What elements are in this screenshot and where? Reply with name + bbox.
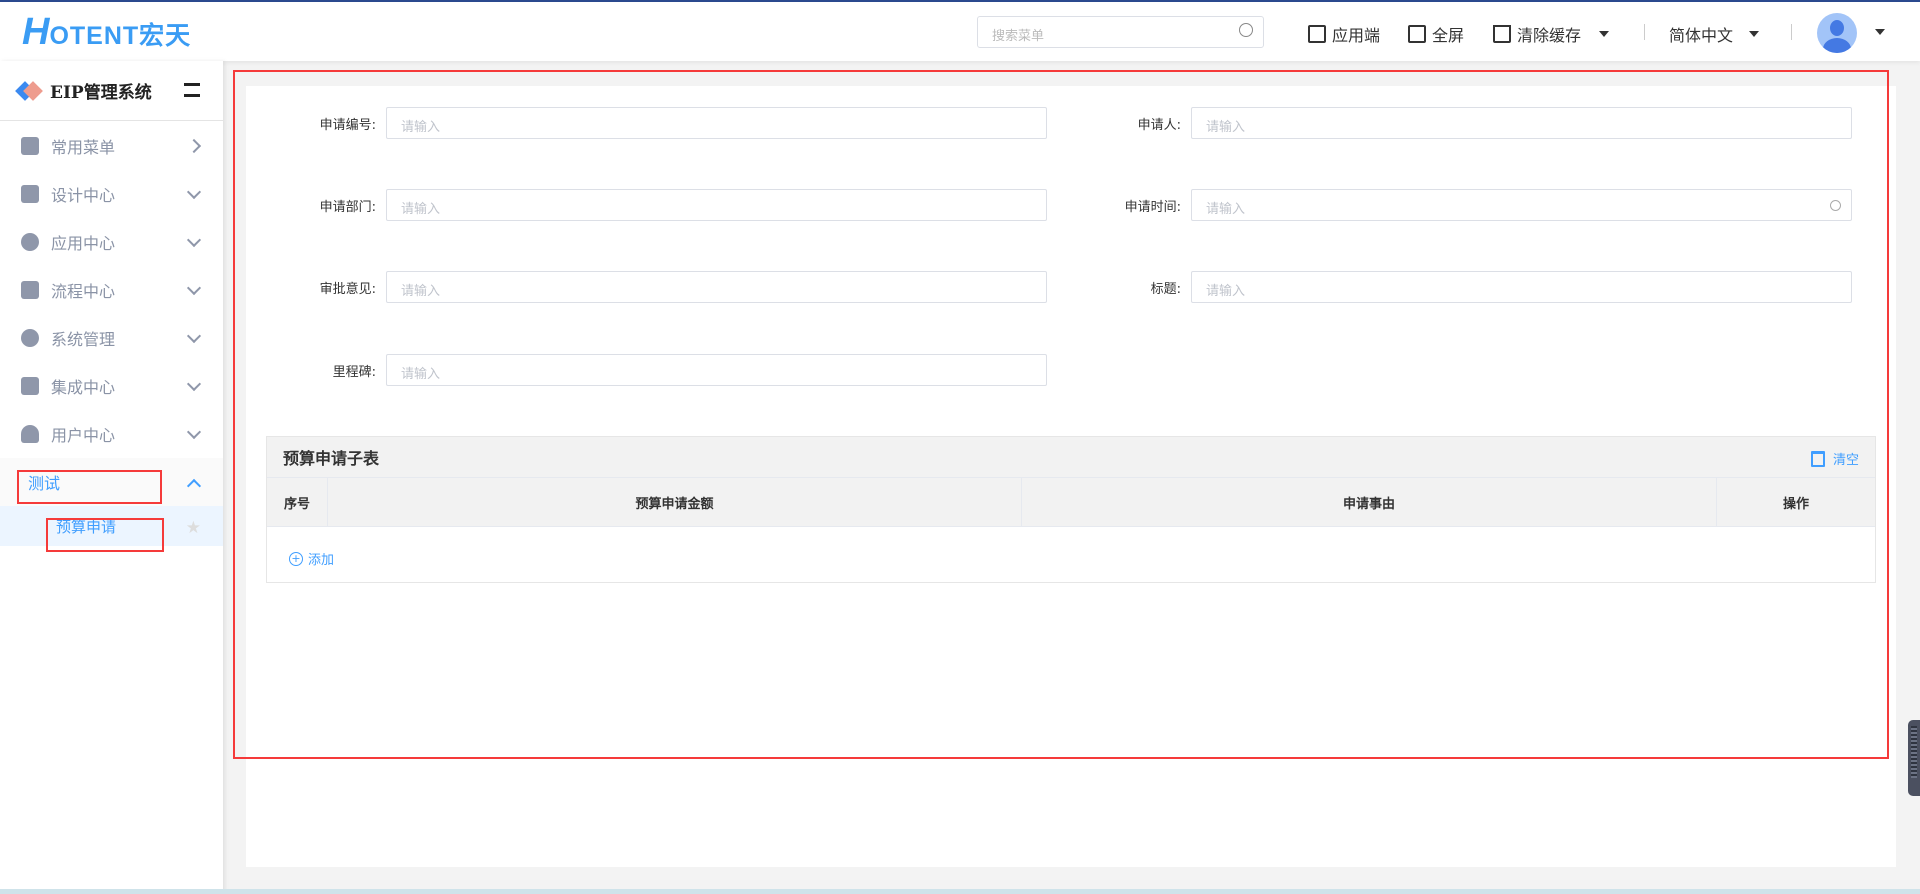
monitor-icon <box>1308 25 1326 43</box>
floating-widget[interactable] <box>1908 720 1920 796</box>
user-icon <box>21 425 39 443</box>
chevron-right-icon <box>186 138 202 154</box>
sidebar-item-app-center[interactable]: 应用中心 <box>0 218 223 266</box>
header: H OTENT宏天 搜索菜单 应用端 全屏 清除缓存 简体中文 <box>0 2 1920 61</box>
search-icon[interactable] <box>1239 23 1253 37</box>
horizontal-scrollbar[interactable] <box>0 889 1920 894</box>
sidebar-item-user-center[interactable]: 用户中心 <box>0 410 223 458</box>
flow-icon <box>21 281 39 299</box>
avatar[interactable] <box>1817 13 1857 53</box>
highlight-box <box>233 70 1889 759</box>
caret-down-icon <box>1599 31 1610 37</box>
star-icon[interactable]: ★ <box>186 518 201 538</box>
sidebar-item-flow-center[interactable]: 流程中心 <box>0 266 223 314</box>
fullscreen-button[interactable]: 全屏 <box>1408 22 1464 46</box>
gear-icon <box>21 329 39 347</box>
sidebar-item-integration-center[interactable]: 集成中心 <box>0 362 223 410</box>
apps-icon <box>21 137 39 155</box>
highlight-box <box>46 518 164 552</box>
app-button[interactable]: 应用端 <box>1308 22 1380 46</box>
language-select[interactable]: 简体中文 <box>1669 22 1760 46</box>
highlight-box <box>17 470 162 504</box>
layers-icon <box>21 377 39 395</box>
design-icon <box>21 185 39 203</box>
fullscreen-icon <box>1408 25 1426 43</box>
divider <box>1644 24 1645 40</box>
user-menu-caret-icon[interactable] <box>1875 29 1885 35</box>
sidebar-item-system-management[interactable]: 系统管理 <box>0 314 223 362</box>
chevron-up-icon <box>186 478 202 494</box>
chevron-down-icon <box>186 184 202 200</box>
logo[interactable]: H OTENT宏天 <box>22 13 191 51</box>
chevron-down-icon <box>186 280 202 296</box>
sidebar-item-design-center[interactable]: 设计中心 <box>0 170 223 218</box>
menu-search-input[interactable]: 搜索菜单 <box>977 16 1264 48</box>
system-brand: EIP管理系统 <box>0 61 223 121</box>
chevron-down-icon <box>186 232 202 248</box>
collapse-sidebar-icon[interactable] <box>184 83 200 97</box>
app-icon <box>21 233 39 251</box>
clear-cache-button[interactable]: 清除缓存 <box>1493 22 1610 46</box>
divider <box>1791 24 1792 40</box>
chevron-down-icon <box>186 424 202 440</box>
sidebar-item-common-menu[interactable]: 常用菜单 <box>0 122 223 170</box>
broom-icon <box>1493 25 1511 43</box>
chevron-down-icon <box>186 328 202 344</box>
caret-down-icon <box>1749 31 1760 37</box>
chevron-down-icon <box>186 376 202 392</box>
